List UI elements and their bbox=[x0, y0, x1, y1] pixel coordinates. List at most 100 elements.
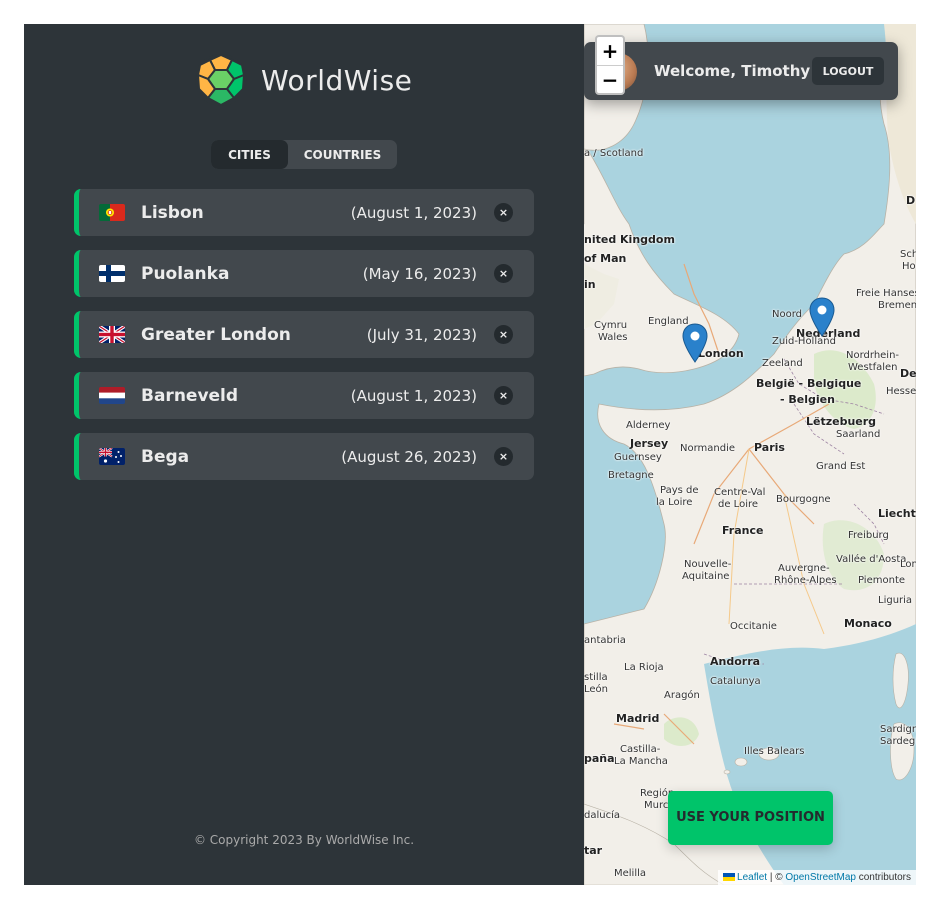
city-name: Puolanka bbox=[141, 263, 230, 284]
city-date: (August 1, 2023) bbox=[350, 203, 477, 222]
map-label: la Loire bbox=[656, 497, 693, 508]
map-label: Liguria bbox=[878, 595, 913, 606]
map-label: Freie Hanseste bbox=[856, 288, 916, 299]
user-panel: Welcome, Timothy LOGOUT bbox=[584, 42, 898, 100]
city-item[interactable]: Lisbon (August 1, 2023) × bbox=[74, 189, 534, 236]
map-label: D bbox=[906, 194, 916, 207]
map-label: Aquitaine bbox=[682, 571, 730, 582]
map-label: Grand Est bbox=[816, 461, 866, 472]
delete-city-button[interactable]: × bbox=[494, 264, 513, 283]
netherlands-flag-icon bbox=[99, 387, 125, 404]
map-label: de Loire bbox=[718, 499, 759, 510]
map-label: Lom bbox=[900, 559, 916, 570]
attribution-separator: | © bbox=[769, 872, 783, 883]
city-date: (August 1, 2023) bbox=[350, 386, 477, 405]
map-label: paña bbox=[584, 752, 615, 765]
map-label: Catalunya bbox=[710, 676, 761, 687]
map-label: Paris bbox=[754, 441, 785, 454]
map-label: De bbox=[900, 367, 916, 380]
city-name: Bega bbox=[141, 446, 190, 467]
city-name: Barneveld bbox=[141, 385, 239, 406]
delete-city-button[interactable]: × bbox=[494, 325, 513, 344]
map-label: Pays de bbox=[660, 485, 699, 496]
city-list: Lisbon (August 1, 2023) × Puolanka (May … bbox=[74, 189, 534, 494]
map-label: Bretagne bbox=[608, 470, 654, 481]
map-attribution: Leaflet | © OpenStreetMap contributors bbox=[718, 870, 916, 885]
portugal-flag-icon bbox=[99, 204, 125, 221]
map-label: Melilla bbox=[614, 868, 647, 879]
map-label: Bremen bbox=[878, 300, 916, 311]
map-label: Freiburg bbox=[848, 530, 889, 541]
osm-link[interactable]: OpenStreetMap bbox=[785, 872, 856, 883]
map-label: Centre-Val bbox=[714, 487, 766, 498]
tab-countries[interactable]: COUNTRIES bbox=[288, 140, 397, 169]
tab-group: CITIES COUNTRIES bbox=[211, 140, 397, 169]
map-label: Andorra bbox=[710, 655, 761, 668]
logo[interactable]: WorldWise bbox=[194, 53, 412, 107]
map-label: Rhône-Alpes bbox=[774, 575, 837, 586]
map-label: stilla bbox=[584, 672, 608, 683]
map[interactable]: a / Scotland nited Kingdom of Man in Eng… bbox=[584, 24, 916, 885]
map-label: Lëtzebuerg bbox=[806, 415, 877, 428]
map-label: León bbox=[584, 684, 609, 695]
map-label: Hessen bbox=[886, 386, 916, 397]
map-marker-icon[interactable] bbox=[682, 323, 708, 363]
map-label: Schl bbox=[900, 249, 916, 260]
sidebar: WorldWise CITIES COUNTRIES Lisbon (Augus… bbox=[24, 24, 584, 885]
zoom-in-button[interactable]: + bbox=[597, 37, 623, 66]
delete-city-button[interactable]: × bbox=[494, 447, 513, 466]
app: WorldWise CITIES COUNTRIES Lisbon (Augus… bbox=[24, 24, 916, 885]
city-name: Lisbon bbox=[141, 202, 204, 223]
leaflet-link[interactable]: Leaflet bbox=[737, 872, 767, 883]
uk-flag-icon bbox=[99, 326, 125, 343]
city-item[interactable]: Greater London (July 31, 2023) × bbox=[74, 311, 534, 358]
map-marker-icon[interactable] bbox=[809, 297, 835, 337]
ukraine-flag-icon bbox=[723, 873, 736, 882]
delete-city-button[interactable]: × bbox=[494, 203, 513, 222]
map-label: Nordrhein- bbox=[846, 350, 900, 361]
map-label: Auvergne- bbox=[778, 563, 830, 574]
logout-button[interactable]: LOGOUT bbox=[812, 57, 884, 85]
map-label: Nouvelle- bbox=[684, 559, 732, 570]
map-label: Saarland bbox=[836, 429, 881, 440]
delete-city-button[interactable]: × bbox=[494, 386, 513, 405]
map-label: Sardign bbox=[880, 724, 916, 735]
zoom-out-button[interactable]: − bbox=[597, 66, 623, 94]
welcome-text: Welcome, Timothy bbox=[654, 62, 811, 80]
map-label: Zuid-Holland bbox=[772, 336, 836, 347]
city-item[interactable]: Bega (August 26, 2023) × bbox=[74, 433, 534, 480]
city-item[interactable]: Puolanka (May 16, 2023) × bbox=[74, 250, 534, 297]
map-label: nited Kingdom bbox=[584, 233, 675, 246]
map-label: Castilla- bbox=[620, 744, 661, 755]
map-label: - Belgien bbox=[780, 393, 835, 406]
map-label: Aragón bbox=[664, 690, 700, 701]
copyright: © Copyright 2023 By WorldWise Inc. bbox=[193, 833, 415, 847]
map-label: Bourgogne bbox=[776, 494, 831, 505]
map-label: Piemonte bbox=[858, 575, 906, 586]
map-label: Cymru bbox=[594, 320, 628, 331]
map-label: tar bbox=[584, 844, 603, 857]
zoom-control: + − bbox=[595, 35, 625, 95]
tab-cities[interactable]: CITIES bbox=[211, 140, 288, 169]
logo-icon bbox=[195, 53, 247, 107]
map-label: Occitanie bbox=[730, 621, 777, 632]
city-name: Greater London bbox=[141, 324, 291, 345]
city-date: (May 16, 2023) bbox=[362, 264, 477, 283]
attribution-suffix: contributors bbox=[858, 872, 911, 883]
map-label: Monaco bbox=[844, 617, 892, 630]
map-label: antabria bbox=[584, 635, 626, 646]
map-label: Hol bbox=[902, 261, 916, 272]
map-label: Madrid bbox=[616, 712, 660, 725]
map-label: Jersey bbox=[630, 437, 669, 450]
map-label: Guernsey bbox=[614, 452, 662, 463]
city-date: (July 31, 2023) bbox=[366, 325, 477, 344]
map-label: Westfalen bbox=[848, 362, 898, 373]
map-label: La Rioja bbox=[624, 662, 664, 673]
australia-flag-icon bbox=[99, 448, 125, 465]
city-item[interactable]: Barneveld (August 1, 2023) × bbox=[74, 372, 534, 419]
map-label: of Man bbox=[584, 252, 627, 265]
map-label: in bbox=[584, 278, 596, 291]
use-position-button[interactable]: USE YOUR POSITION bbox=[668, 791, 833, 845]
city-date: (August 26, 2023) bbox=[341, 447, 477, 466]
map-label: a / Scotland bbox=[584, 148, 644, 159]
